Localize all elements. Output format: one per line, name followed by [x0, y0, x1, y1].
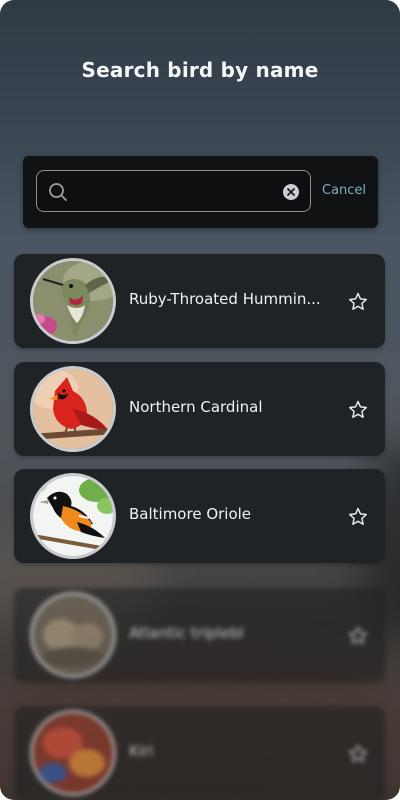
bird-list-item[interactable]: Baltimore Oriole — [14, 469, 385, 563]
bird-photo — [30, 710, 116, 796]
search-screen: Search bird by name Cancel Ruby-Throated… — [0, 0, 400, 800]
search-input[interactable] — [77, 177, 273, 205]
page-title: Search bird by name — [81, 58, 319, 82]
star-outline-icon[interactable] — [347, 399, 369, 421]
star-outline-icon[interactable] — [347, 506, 369, 528]
search-icon — [49, 183, 67, 201]
star-outline-icon[interactable] — [347, 743, 369, 765]
bird-name: Atlantic triplebl — [129, 624, 244, 642]
bird-list-item[interactable]: Atlantic triplebl — [14, 588, 385, 682]
bird-name: Kiri — [129, 742, 154, 760]
bird-name: Baltimore Oriole — [129, 505, 252, 523]
star-outline-icon[interactable] — [347, 625, 369, 647]
bird-photo — [30, 258, 116, 344]
bird-list-item[interactable]: Northern Cardinal — [14, 362, 385, 456]
search-panel: Cancel — [23, 156, 378, 228]
star-outline-icon[interactable] — [347, 291, 369, 313]
bird-photo — [30, 592, 116, 678]
clear-icon[interactable] — [283, 184, 299, 200]
bird-photo — [30, 473, 116, 559]
bird-name: Northern Cardinal — [129, 398, 263, 416]
bird-name: Ruby-Throated Hummin... — [129, 290, 321, 308]
search-box[interactable] — [36, 170, 311, 212]
bird-list-item[interactable]: Ruby-Throated Hummin... — [14, 254, 385, 348]
bird-photo — [30, 366, 116, 452]
bird-list-item[interactable]: Kiri — [14, 706, 385, 800]
cancel-button[interactable]: Cancel — [322, 183, 366, 198]
